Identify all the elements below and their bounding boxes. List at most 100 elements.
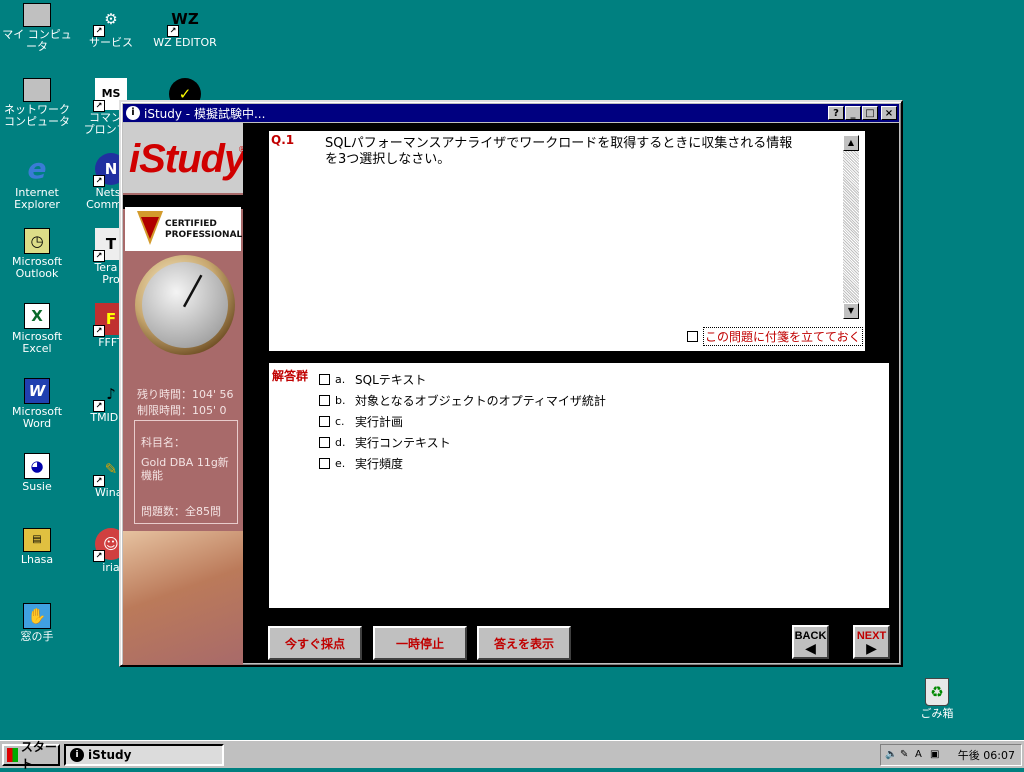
clock[interactable]: 午後 06:07 [958, 747, 1015, 763]
answer-heading: 解答群 [272, 369, 309, 383]
desktop-icon-label: Microsoft Word [11, 405, 63, 430]
option-text[interactable]: SQLテキスト [355, 371, 426, 388]
flag-question-option[interactable]: この問題に付箋を立てておく [687, 327, 863, 346]
desktop-icon-label: 窓の手 [20, 630, 54, 643]
desktop-icon-mado-no-te[interactable]: ✋ 窓の手 [0, 603, 74, 643]
ime-icon[interactable]: A [915, 748, 927, 762]
question-panel: Q.1 SQLパフォーマンスアナライザでワークロードを取得するときに収集される情… [269, 131, 865, 351]
cert-line1: CERTIFIED [165, 219, 217, 229]
windows-logo-icon [7, 748, 18, 762]
window-body: iStudy ® CERTIFIED PROFESSIONAL 残り時間：104… [123, 123, 899, 665]
desktop-icon-recycle-bin[interactable]: ♻ ごみ箱 [900, 678, 974, 720]
desktop-icon-label: Lhasa [20, 553, 54, 566]
taskbar-item-istudy[interactable]: i iStudy [64, 744, 224, 766]
answer-checkbox[interactable] [319, 458, 330, 469]
susie-icon: ◕ [24, 453, 50, 479]
network-icon [23, 78, 51, 102]
minimize-button[interactable]: _ [845, 106, 861, 120]
grade-now-button[interactable]: 今すぐ採点 [268, 626, 362, 660]
taskbar: スタート i iStudy 🔈 ✎ A ▣ 午後 06:07 [0, 740, 1024, 771]
start-label: スタート [20, 740, 57, 771]
computer-icon [23, 3, 51, 27]
option-letter: b. [335, 394, 346, 407]
recycle-bin-icon: ♻ [925, 678, 949, 706]
desktop-icon-lhasa[interactable]: ▤ Lhasa [0, 528, 74, 566]
answer-option-a[interactable]: a. SQLテキスト [319, 371, 426, 388]
excel-icon: X [24, 303, 50, 329]
monitor-icon[interactable]: ▣ [930, 748, 942, 762]
option-text[interactable]: 実行コンテキスト [355, 434, 451, 451]
scroll-down-icon[interactable]: ▼ [843, 303, 859, 319]
answer-option-b[interactable]: b. 対象となるオブジェクトのオプティマイザ統計 [319, 392, 606, 409]
outlook-icon: ◷ [24, 228, 50, 254]
help-button[interactable]: ? [828, 106, 844, 120]
desktop-icon-label: サービス [89, 36, 133, 49]
timer-dial-icon [135, 255, 235, 355]
timer-dial [133, 253, 237, 357]
keyboard-hand-image [123, 531, 243, 665]
desktop-icon-network[interactable]: ネットワーク コンピュータ [0, 78, 74, 128]
answer-option-d[interactable]: d. 実行コンテキスト [319, 434, 451, 451]
close-button[interactable]: × [881, 106, 897, 120]
question-text: SQLパフォーマンスアナライザでワークロードを取得するときに収集される情報を3つ… [325, 136, 793, 167]
option-text[interactable]: 実行頻度 [355, 455, 403, 472]
istudy-app-icon[interactable]: i [126, 106, 140, 120]
desktop-icon-my-computer[interactable]: マイ コンピュータ [0, 3, 74, 53]
answer-option-c[interactable]: c. 実行計画 [319, 413, 403, 430]
word-icon: W [24, 378, 50, 404]
back-button[interactable]: BACK ◀ [792, 625, 829, 659]
desktop-icon-label: Susie [22, 480, 52, 493]
task-label: iStudy [88, 748, 132, 762]
time-limit: 制限時間：105' 0 [137, 404, 227, 417]
pen-icon[interactable]: ✎ [900, 748, 912, 762]
option-letter: d. [335, 436, 346, 449]
certified-text: CERTIFIED PROFESSIONAL [165, 219, 242, 241]
answer-checkbox[interactable] [319, 416, 330, 427]
subject-box: 科目名： Gold DBA 11g新機能 問題数：全85問 [134, 420, 238, 524]
system-tray: 🔈 ✎ A ▣ 午後 06:07 [880, 744, 1022, 766]
start-button[interactable]: スタート [2, 740, 60, 771]
answer-checkbox[interactable] [319, 374, 330, 385]
tray-icons: 🔈 ✎ A ▣ [885, 748, 942, 762]
question-number: Q.1 [271, 133, 295, 147]
arrow-right-icon: ▶ [866, 641, 877, 657]
arrow-left-icon: ◀ [805, 641, 816, 657]
answer-checkbox[interactable] [319, 437, 330, 448]
volume-icon[interactable]: 🔈 [885, 748, 897, 762]
answer-panel: 解答群 a. SQLテキスト b. 対象となるオブジェクトのオプティマイザ統計 … [269, 363, 889, 608]
pause-button[interactable]: 一時停止 [373, 626, 467, 660]
answer-checkbox[interactable] [319, 395, 330, 406]
certified-badge-area: CERTIFIED PROFESSIONAL [125, 207, 242, 251]
desktop-icon-label: ネットワーク コンピュータ [4, 103, 70, 128]
desktop-icon-susie[interactable]: ◕ Susie [0, 453, 74, 493]
registered-mark: ® [238, 145, 243, 154]
scroll-up-icon[interactable]: ▲ [843, 135, 859, 151]
desktop-icon-label: Microsoft Excel [11, 330, 63, 355]
question-scrollbar[interactable]: ▲ ▼ [843, 135, 859, 319]
window-controls: ? _ □ × [827, 106, 897, 120]
window-titlebar[interactable]: i iStudy - 模擬試験中... ? _ □ × [123, 104, 899, 122]
cert-line2: PROFESSIONAL [165, 230, 243, 240]
desktop-icon-internet-explorer[interactable]: e Internet Explorer [0, 153, 74, 211]
show-answer-button[interactable]: 答えを表示 [477, 626, 571, 660]
flag-checkbox[interactable] [687, 331, 698, 342]
next-button[interactable]: NEXT ▶ [853, 625, 890, 659]
desktop-icon-label: Microsoft Outlook [11, 255, 63, 280]
desktop-icon-excel[interactable]: X Microsoft Excel [0, 303, 74, 355]
option-text[interactable]: 実行計画 [355, 413, 403, 430]
lhasa-icon: ▤ [23, 528, 51, 552]
desktop-icon-label: ごみ箱 [920, 707, 954, 720]
desktop-icon-wz-editor[interactable]: WZ ↗ WZ EDITOR [148, 3, 222, 49]
desktop-icon-services[interactable]: ⚙ ↗ サービス [74, 3, 148, 49]
subject-value: Gold DBA 11g新機能 [141, 456, 229, 482]
answer-option-e[interactable]: e. 実行頻度 [319, 455, 403, 472]
desktop-icon-outlook[interactable]: ◷ Microsoft Outlook [0, 228, 74, 280]
maximize-button[interactable]: □ [862, 106, 878, 120]
desktop-icon-word[interactable]: W Microsoft Word [0, 378, 74, 430]
istudy-window: i iStudy - 模擬試験中... ? _ □ × iStudy ® CER… [119, 100, 903, 667]
question-count: 問題数：全85問 [141, 505, 221, 518]
option-text[interactable]: 対象となるオブジェクトのオプティマイザ統計 [355, 392, 606, 409]
badge-inner-icon [141, 217, 159, 239]
subject-label: 科目名： [141, 436, 185, 449]
flag-label[interactable]: この問題に付箋を立てておく [703, 327, 863, 346]
